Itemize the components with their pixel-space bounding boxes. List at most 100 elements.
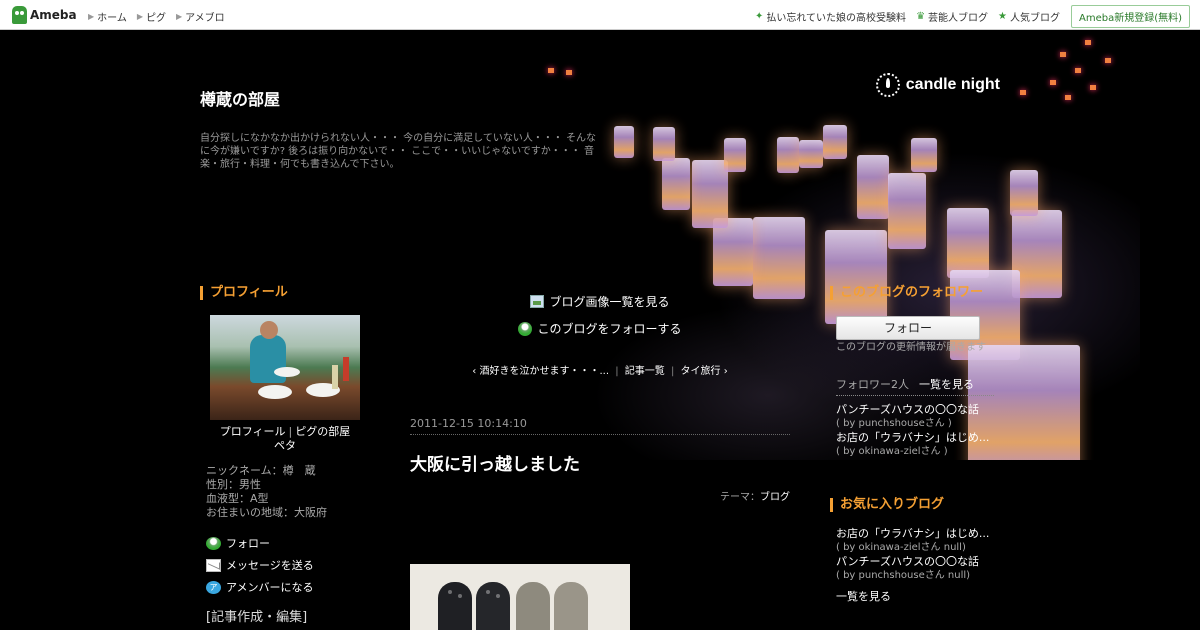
follower-blog-title[interactable]: パンチーズハウスの〇〇な話 <box>836 403 989 417</box>
header-nav-left: ▶ ホーム ▶ ピグ ▶ アメブロ <box>88 9 225 24</box>
blog-image-list-link[interactable]: ブログ画像一覧を見る <box>410 288 790 315</box>
lantern <box>911 138 937 172</box>
lantern-light <box>1085 40 1091 45</box>
nav-pigg-link[interactable]: ▶ ピグ <box>137 9 166 24</box>
photo-shoe <box>554 582 588 630</box>
photo-shoe-detail <box>458 594 462 598</box>
lantern <box>799 140 823 168</box>
follow-button[interactable]: フォロー <box>836 316 980 340</box>
lantern <box>857 155 889 219</box>
follow-note: このブログの更新情報が届きます <box>836 342 986 353</box>
ameba-header-bar: Ameba ▶ ホーム ▶ ピグ ▶ アメブロ ✦ 払い忘れていた娘の高校受験料 ♛ 芸能… <box>0 0 1200 30</box>
lantern <box>947 208 989 278</box>
followers-heading: このブログのフォロワー <box>830 286 983 300</box>
lantern <box>724 138 746 172</box>
followers-view-all-link[interactable]: 一覧を見る <box>919 378 974 391</box>
nav-separator: | <box>670 366 675 377</box>
favorite-blog-list: お店の「ウラバナシ」はじめ... ( by okinawa-zielさん nul… <box>836 527 989 583</box>
pigg-room-link[interactable]: ピグの部屋 <box>295 425 350 438</box>
follow-blog-link[interactable]: このブログをフォローする <box>410 315 790 342</box>
amember-icon: ア <box>206 580 221 594</box>
lantern <box>1010 170 1038 216</box>
star-icon: ★ <box>998 11 1007 22</box>
become-amember-link[interactable]: ア アメンバーになる <box>206 576 314 598</box>
favorite-blogs-heading: お気に入りブログ <box>830 498 944 512</box>
lantern <box>825 230 887 324</box>
photo-shoe-detail <box>486 590 490 594</box>
lantern <box>713 218 753 286</box>
peta-link[interactable]: ペタ <box>200 439 370 453</box>
profile-follow-link[interactable]: フォロー <box>206 532 314 554</box>
profile-nickname: ニックネーム：樽 蔵 <box>206 464 316 477</box>
profile-heading: プロフィール <box>200 286 288 300</box>
lantern-light <box>548 68 554 73</box>
follower-count[interactable]: フォロワー2人 <box>836 378 909 391</box>
nav-popular-blog-label: 人気ブログ <box>1010 13 1060 24</box>
chevron-left-icon: ‹ <box>472 366 477 377</box>
profile-photo[interactable] <box>210 315 360 420</box>
send-message-label: メッセージを送る <box>226 559 314 572</box>
follower-blog-author: ( by punchshouseさん ) <box>836 418 952 429</box>
blog-description: 自分探しになかなか出かけられない人・・・ 今の自分に満足していない人・・・ そん… <box>200 133 597 170</box>
nav-celebrity-blog-link[interactable]: ♛ 芸能人ブログ <box>916 9 988 24</box>
profile-gender: 性別：男性 <box>206 478 261 491</box>
lantern <box>753 217 805 299</box>
favorite-blog-title[interactable]: パンチーズハウスの〇〇な話 <box>836 555 989 569</box>
link-separator: | <box>288 425 293 438</box>
post-divider <box>410 434 790 435</box>
lantern <box>662 158 690 210</box>
nav-home-label: ホーム <box>97 13 127 24</box>
next-article-link[interactable]: タイ旅行 <box>681 366 721 377</box>
post-theme-link[interactable]: ブログ <box>760 492 790 503</box>
sparkle-icon: ✦ <box>754 11 764 22</box>
photo-shoe <box>516 582 550 630</box>
photo-shoe-detail <box>496 594 500 598</box>
post-date: 2011-12-15 10:14:10 <box>410 417 527 430</box>
ameba-logo[interactable]: Ameba <box>12 6 77 24</box>
follower-blog-title[interactable]: お店の「ウラバナシ」はじめ... <box>836 431 989 445</box>
nav-pigg-label: ピグ <box>146 13 167 24</box>
nav-celebrity-blog-label: 芸能人ブログ <box>928 13 989 24</box>
nav-trending-topic-link[interactable]: ✦ 払い忘れていた娘の高校受験料 <box>755 9 906 24</box>
favorite-blog-title[interactable]: お店の「ウラバナシ」はじめ... <box>836 527 989 541</box>
nav-home-link[interactable]: ▶ ホーム <box>88 9 127 24</box>
follow-blog-label: このブログをフォローする <box>537 322 682 336</box>
header-lantern-image <box>520 30 1140 460</box>
follow-icon <box>206 536 221 550</box>
follower-blog-author: ( by okinawa-zielさん ) <box>836 446 948 457</box>
favorites-view-all-link[interactable]: 一覧を見る <box>836 588 891 604</box>
nav-separator: | <box>615 366 619 377</box>
lantern-light <box>1050 80 1056 85</box>
blog-image-list-label: ブログ画像一覧を見る <box>549 295 670 309</box>
lantern-light <box>1065 95 1071 100</box>
previous-article-link[interactable]: 酒好きを泣かせます・・・... <box>479 366 609 377</box>
send-message-link[interactable]: メッセージを送る <box>206 554 314 576</box>
image-list-icon <box>530 295 545 308</box>
blog-title[interactable]: 樽蔵の部屋 <box>200 86 280 110</box>
photo-plate <box>258 385 292 399</box>
nav-ameblo-label: アメブロ <box>185 13 225 24</box>
profile-follow-label: フォロー <box>226 537 270 550</box>
header-nav-right: ✦ 払い忘れていた娘の高校受験料 ♛ 芸能人ブログ ★ 人気ブログ <box>755 9 1060 24</box>
edit-articles-heading[interactable]: [記事作成・編集] <box>206 606 307 625</box>
candle-icon <box>875 73 900 97</box>
center-links: ブログ画像一覧を見る このブログをフォローする <box>410 288 790 342</box>
nav-popular-blog-link[interactable]: ★ 人気ブログ <box>998 9 1060 24</box>
lantern-light <box>1075 68 1081 73</box>
article-list-link[interactable]: 記事一覧 <box>625 366 665 377</box>
article-navigation: ‹ 酒好きを泣かせます・・・... | 記事一覧 | タイ旅行 › <box>410 362 790 377</box>
profile-link[interactable]: プロフィール <box>220 425 286 438</box>
lantern-light <box>1105 58 1111 63</box>
photo-plate <box>274 367 300 377</box>
nav-ameblo-link[interactable]: ▶ アメブロ <box>176 9 225 24</box>
lantern-light <box>1060 52 1066 57</box>
post-title[interactable]: 大阪に引っ越しました <box>410 450 580 475</box>
follower-count-row: フォロワー2人 一覧を見る <box>836 376 994 396</box>
arrow-right-icon: ▶ <box>88 12 95 21</box>
post-photo[interactable] <box>410 564 630 630</box>
candle-night-logo: candle night <box>875 73 1000 97</box>
lantern-light <box>1020 90 1026 95</box>
crown-icon: ♛ <box>916 11 926 22</box>
ameba-logo-text: Ameba <box>30 8 77 22</box>
register-button[interactable]: Ameba新規登録(無料) <box>1070 5 1190 28</box>
